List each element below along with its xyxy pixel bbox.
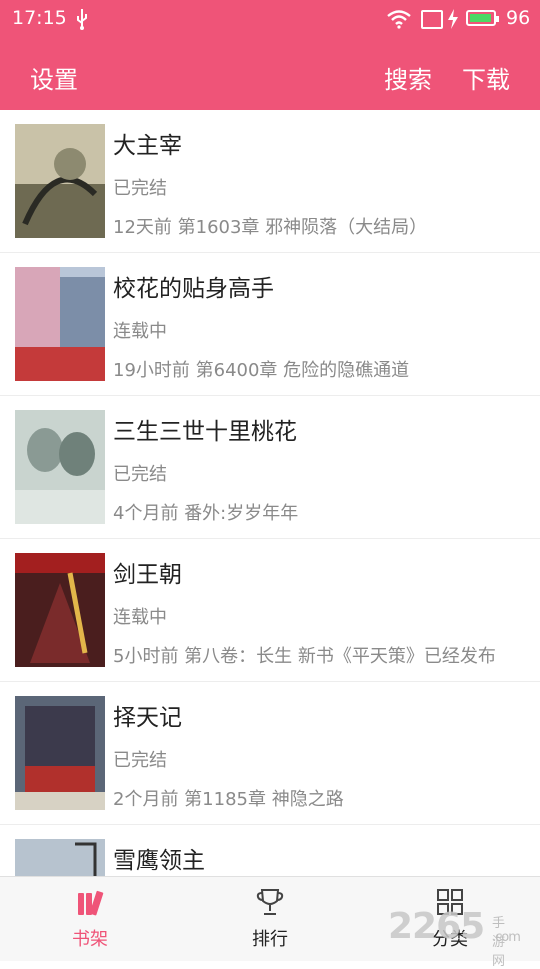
book-status: 已完结	[113, 464, 167, 485]
battery-icon	[466, 10, 499, 26]
book-item[interactable]: 雪鹰领主	[0, 825, 540, 876]
wifi-icon	[387, 10, 411, 29]
usb-icon	[77, 9, 87, 30]
app-bar: 设置 搜索 下载	[0, 38, 540, 110]
tab-ranking[interactable]: 排行	[180, 877, 360, 961]
book-item[interactable]: 择天记 已完结 2个月前 第1185章 神隐之路	[0, 682, 540, 825]
book-cover	[15, 696, 105, 810]
book-title: 剑王朝	[113, 562, 182, 588]
book-title: 大主宰	[113, 133, 182, 159]
tab-label: 书架	[72, 929, 108, 950]
book-cover	[15, 839, 105, 876]
book-cover	[15, 553, 105, 667]
book-latest-chapter: 5小时前 第八卷：长生 新书《平天策》已经发布	[113, 646, 496, 667]
search-button[interactable]: 搜索	[384, 60, 432, 95]
book-item[interactable]: 大主宰 已完结 12天前 第1603章 邪神陨落（大结局）	[0, 110, 540, 253]
book-item[interactable]: 剑王朝 连载中 5小时前 第八卷：长生 新书《平天策》已经发布	[0, 539, 540, 682]
bookshelf-icon	[78, 890, 104, 916]
book-title: 校花的贴身高手	[113, 276, 274, 302]
trophy-icon	[256, 889, 284, 915]
tab-bookshelf[interactable]: 书架	[0, 877, 180, 961]
charging-icon	[448, 9, 458, 29]
book-item[interactable]: 三生三世十里桃花 已完结 4个月前 番外:岁岁年年	[0, 396, 540, 539]
status-time: 17:15	[12, 7, 67, 29]
watermark-logo: 2265 手游网 .com	[388, 906, 521, 969]
book-title: 择天记	[113, 705, 182, 731]
download-button[interactable]: 下载	[462, 60, 510, 95]
book-status: 连载中	[113, 321, 167, 342]
book-status: 连载中	[113, 607, 167, 628]
battery-percent: 96	[506, 7, 531, 29]
book-status: 已完结	[113, 178, 167, 199]
book-list[interactable]: 大主宰 已完结 12天前 第1603章 邪神陨落（大结局） 校花的贴身高手 连载…	[0, 110, 540, 876]
book-item[interactable]: 校花的贴身高手 连载中 19小时前 第6400章 危险的隐礁通道	[0, 253, 540, 396]
settings-button[interactable]: 设置	[30, 60, 78, 95]
status-bar: 17:15 96	[0, 0, 540, 38]
watermark-brand: 2265	[388, 906, 485, 947]
book-latest-chapter: 12天前 第1603章 邪神陨落（大结局）	[113, 217, 428, 238]
book-title: 三生三世十里桃花	[113, 419, 297, 445]
book-latest-chapter: 4个月前 番外:岁岁年年	[113, 503, 299, 524]
book-latest-chapter: 2个月前 第1185章 神隐之路	[113, 789, 344, 810]
book-cover	[15, 410, 105, 524]
screen-icon	[421, 10, 443, 29]
book-cover	[15, 267, 105, 381]
watermark-domain: .com	[492, 930, 521, 945]
book-latest-chapter: 19小时前 第6400章 危险的隐礁通道	[113, 360, 410, 381]
book-title: 雪鹰领主	[113, 848, 205, 874]
book-status: 已完结	[113, 750, 167, 771]
tab-label: 排行	[252, 929, 288, 950]
book-cover	[15, 124, 105, 238]
